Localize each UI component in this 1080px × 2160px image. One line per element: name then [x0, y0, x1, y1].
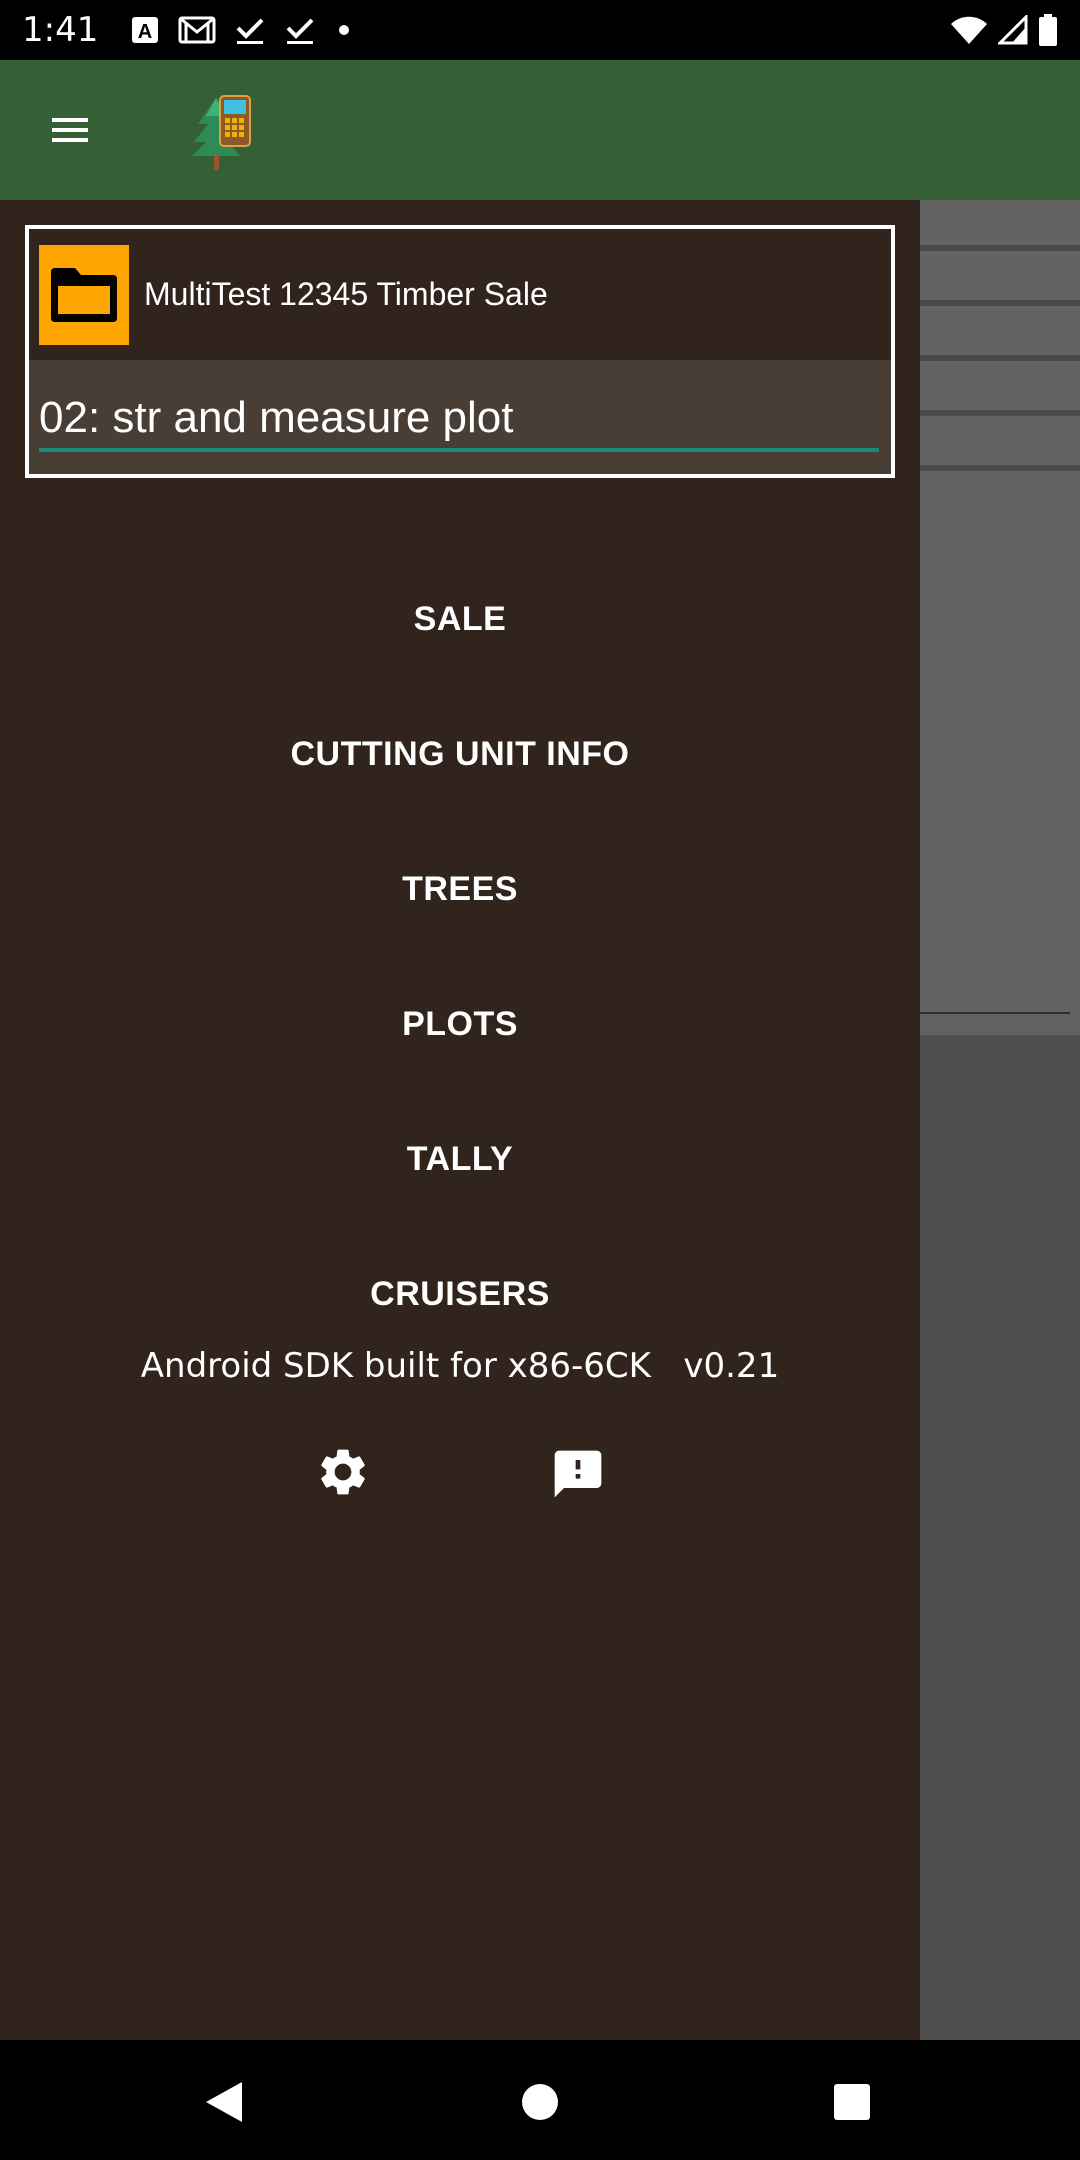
drawer-header: MultiTest 12345 Timber Sale: [25, 225, 895, 478]
nav-item-trees[interactable]: TREES: [0, 849, 920, 929]
field-underline: [39, 448, 879, 452]
folder-icon: [51, 267, 117, 322]
nav-item-tally[interactable]: TALLY: [0, 1119, 920, 1199]
home-icon[interactable]: [520, 2082, 560, 2122]
wifi-icon: [951, 16, 987, 44]
signal-icon: [998, 15, 1028, 45]
screen: 1:41 A MultiTest 12345 Timber Sale 02: s…: [0, 0, 1080, 2160]
a-icon: A: [132, 17, 159, 43]
sale-row[interactable]: MultiTest 12345 Timber Sale: [29, 229, 891, 360]
notification-icons: A: [130, 14, 354, 46]
divider: [920, 300, 1080, 306]
system-nav-bar: [0, 2040, 1080, 2160]
app-bar: [0, 60, 1080, 200]
cutting-unit-selector[interactable]: [29, 360, 891, 474]
hamburger-menu-icon[interactable]: [50, 112, 90, 148]
feedback-icon[interactable]: [550, 1446, 606, 1502]
device-info: Android SDK built for x86-6CK v0.21: [140, 1346, 780, 1386]
nav-item-cruisers[interactable]: CRUISERS: [0, 1254, 920, 1334]
recents-icon[interactable]: [832, 2082, 872, 2122]
divider: [920, 245, 1080, 251]
navigation-drawer: MultiTest 12345 Timber Sale SALE CUTTING…: [0, 200, 920, 2040]
tree-calculator-logo-icon: [192, 95, 251, 170]
dot-icon: [339, 25, 350, 35]
nav-item-plots[interactable]: PLOTS: [0, 984, 920, 1064]
divider: [920, 410, 1080, 416]
gear-icon[interactable]: [315, 1444, 371, 1500]
nav-item-cutting-unit-info[interactable]: CUTTING UNIT INFO: [0, 714, 920, 794]
svg-text:A: A: [138, 21, 152, 43]
status-bar: 1:41 A: [0, 0, 1080, 60]
open-file-button[interactable]: [39, 244, 129, 345]
battery-icon: [1039, 14, 1057, 46]
divider: [920, 355, 1080, 361]
check-icon: [236, 18, 264, 44]
divider: [920, 1012, 1070, 1014]
divider: [920, 465, 1080, 471]
back-icon[interactable]: [204, 2080, 244, 2124]
status-time: 1:41: [22, 10, 99, 50]
gmail-icon: [178, 16, 216, 44]
sale-name: MultiTest 12345 Timber Sale: [144, 276, 548, 312]
cutting-unit-field[interactable]: [39, 388, 879, 448]
nav-item-sale[interactable]: SALE: [0, 579, 920, 659]
system-icons: [950, 14, 1058, 46]
check-icon: [286, 18, 314, 44]
